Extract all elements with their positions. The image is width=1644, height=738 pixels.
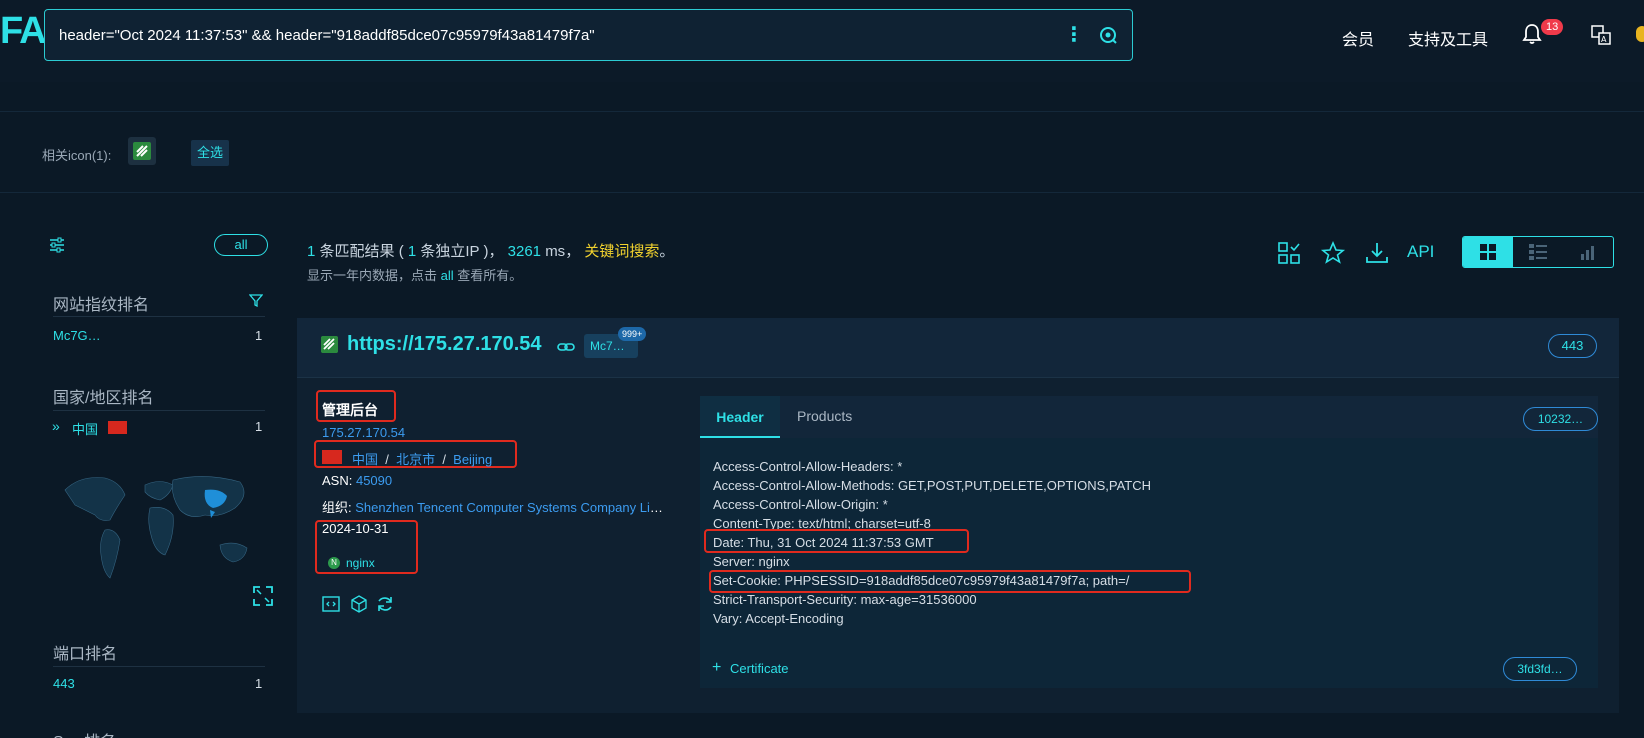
cube-icon[interactable] — [349, 594, 369, 614]
more-options-icon[interactable]: ⋮ — [1064, 25, 1084, 45]
scan-date: 2024-10-31 — [322, 521, 389, 536]
country-link[interactable]: 中国 — [352, 452, 378, 467]
fingerprint-tag-badge: 999+ — [618, 327, 647, 341]
site-favicon-icon — [321, 336, 338, 353]
list-icon — [1529, 244, 1547, 260]
result-url-link[interactable]: https://175.27.170.54 — [347, 333, 542, 356]
query-time-unit: ms — [545, 243, 566, 260]
sub-header — [0, 82, 1644, 112]
port-rank-title: 端口排名 — [53, 646, 118, 663]
plus-icon[interactable]: + — [712, 659, 721, 677]
port-badge[interactable]: 443 — [1548, 334, 1597, 358]
header-line: Set-Cookie: PHPSESSID=918addf85dce07c959… — [713, 573, 1130, 588]
city-link[interactable]: 北京市 — [396, 452, 435, 467]
show-all-link[interactable]: all — [441, 268, 454, 283]
region-link[interactable]: Beijing — [453, 452, 492, 467]
bar-chart-icon — [1581, 246, 1594, 260]
star-icon[interactable] — [1320, 240, 1346, 266]
subtext-prefix: 显示一年内数据，点击 — [307, 268, 438, 283]
compare-icon[interactable] — [1276, 240, 1302, 266]
header-hash-badge[interactable]: 10232… — [1523, 407, 1598, 431]
translate-icon[interactable]: A — [1590, 24, 1612, 46]
org-row: 组织: Shenzhen Tencent Computer Systems Co… — [322, 497, 667, 516]
header-line: Access-Control-Allow-Origin: * — [713, 497, 888, 512]
sliders-icon[interactable] — [48, 236, 66, 254]
header-line: Date: Thu, 31 Oct 2024 11:37:53 GMT — [713, 535, 934, 550]
expand-icon[interactable] — [252, 585, 274, 607]
asn-link[interactable]: 45090 — [356, 473, 392, 488]
nginx-icon: N — [328, 557, 340, 569]
favicon-filter-thumb[interactable] — [128, 137, 156, 165]
asn-row: ASN: 45090 — [322, 473, 392, 488]
world-map[interactable] — [55, 460, 265, 600]
tab-products[interactable]: Products — [797, 408, 852, 424]
china-flag-icon — [108, 421, 127, 434]
header-line: Strict-Transport-Security: max-age=31536… — [713, 592, 977, 607]
site-title: 管理后台 — [322, 402, 378, 418]
result-count-label: 条匹配结果 — [319, 243, 395, 260]
server-rank-title: S… 排名 — [53, 728, 116, 738]
port-count: 1 — [255, 676, 263, 691]
result-subtext: 显示一年内数据，点击 all 查看所有。 — [307, 265, 522, 284]
port-item[interactable]: 443 — [53, 676, 75, 691]
download-icon[interactable] — [1364, 240, 1390, 266]
header-line: Access-Control-Allow-Methods: GET,POST,P… — [713, 478, 1152, 493]
funnel-icon[interactable] — [249, 293, 263, 307]
divider — [53, 666, 265, 667]
ip-link[interactable]: 175.27.170.54 — [322, 425, 405, 440]
refresh-icon[interactable] — [375, 594, 395, 614]
search-icon[interactable] — [1098, 25, 1118, 45]
header-line: Vary: Accept-Encoding — [713, 611, 844, 626]
ip-count: 1 — [407, 243, 417, 260]
divider — [0, 192, 1644, 193]
fingerprint-rank-title: 网站指纹排名 — [53, 297, 150, 314]
header-line: Server: nginx — [713, 554, 790, 569]
tab-header[interactable]: Header — [700, 396, 780, 438]
related-icon-label: 相关icon(1): — [42, 148, 112, 163]
nav-tools[interactable]: 支持及工具 — [1408, 26, 1488, 50]
link-icon[interactable] — [557, 338, 575, 356]
china-flag-icon — [322, 450, 342, 464]
fingerprint-item[interactable]: Mc7G… — [53, 328, 101, 343]
logo[interactable]: FA — [0, 10, 47, 53]
all-filter-button[interactable]: all — [214, 234, 268, 256]
country-item[interactable]: 中国 — [72, 419, 98, 438]
search-input[interactable]: header="Oct 2024 11:37:53" && header="91… — [59, 27, 1064, 44]
query-time: 3261 — [507, 243, 542, 260]
result-summary: 1 条匹配结果 ( 1 条独立IP )， 3261 ms， 关键词搜索。 — [307, 243, 675, 260]
country-rank-title: 国家/地区排名 — [53, 390, 154, 407]
location: 中国 / 北京市 / Beijing — [352, 452, 493, 467]
header-line: Access-Control-Allow-Headers: * — [713, 459, 903, 474]
server-tag[interactable]: nginx — [346, 556, 375, 570]
chart-view-button[interactable] — [1563, 237, 1613, 267]
divider — [53, 316, 265, 317]
svg-text:A: A — [1601, 35, 1607, 44]
view-toggle[interactable] — [1462, 236, 1614, 268]
code-icon[interactable] — [321, 594, 341, 614]
result-count: 1 — [307, 243, 316, 260]
fingerprint-count: 1 — [255, 328, 263, 343]
divider — [53, 410, 265, 411]
country-count: 1 — [255, 419, 263, 434]
org-link[interactable]: Shenzhen Tencent Computer Systems Compan… — [355, 500, 667, 515]
api-button[interactable]: API — [1407, 242, 1434, 262]
subtext-suffix: 查看所有。 — [457, 268, 523, 283]
leaf-icon — [133, 142, 151, 160]
grid-view-button[interactable] — [1463, 237, 1513, 267]
list-view-button[interactable] — [1513, 237, 1563, 267]
org-label: 组织: — [322, 500, 352, 515]
cert-hash-badge[interactable]: 3fd3fd… — [1503, 657, 1577, 681]
user-avatar[interactable] — [1636, 26, 1644, 42]
chevron-right-icon[interactable]: » — [52, 418, 60, 434]
select-all-button[interactable]: 全选 — [191, 140, 230, 166]
grid-icon — [1480, 244, 1496, 260]
search-box[interactable]: header="Oct 2024 11:37:53" && header="91… — [44, 9, 1133, 61]
nav-member[interactable]: 会员 — [1342, 26, 1374, 50]
notification-badge: 13 — [1541, 19, 1564, 35]
certificate-toggle[interactable]: Certificate — [730, 661, 789, 676]
asn-label: ASN: — [322, 473, 353, 488]
keyword-search-label[interactable]: 关键词搜索 — [584, 243, 659, 260]
ip-count-label: 条独立IP — [420, 243, 480, 260]
